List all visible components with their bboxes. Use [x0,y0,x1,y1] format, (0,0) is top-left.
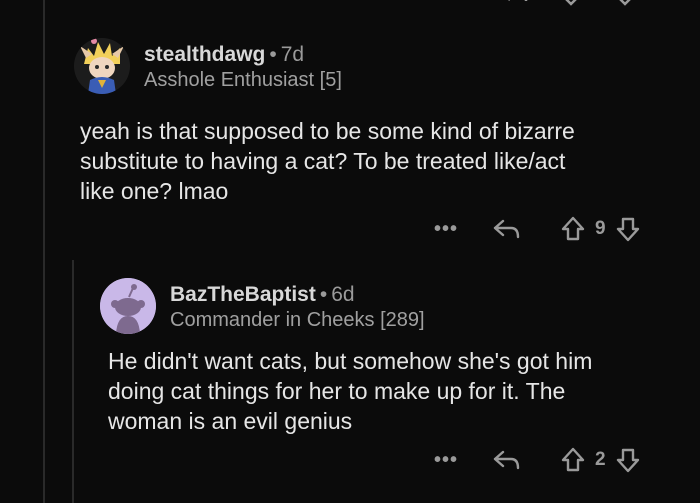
comment-thread: stealthdawg • 7d Asshole Enthusiast [5] ye… [0,0,700,503]
comment-body: He didn't want cats, but somehow she's g… [108,348,593,434]
downvote-arrow-icon[interactable] [615,216,641,242]
user-flair: Asshole Enthusiast [5] [144,69,342,91]
reply-arrow-icon [493,450,520,470]
avatar[interactable] [74,38,130,94]
name-row: stealthdawg • 7d [144,43,342,67]
upvote-arrow-icon[interactable] [560,216,586,242]
user-flair: Commander in Cheeks [289] [170,309,425,331]
comment-header: BazTheBaptist • 6d Commander in Cheeks [28… [100,278,425,334]
comment-age: 7d [280,43,305,66]
separator-dot: • [269,43,277,66]
vote-control: 9 [560,216,641,242]
comment-actions: ••• 9 [434,216,641,242]
vote-score: 2 [595,449,606,470]
comment-header: stealthdawg • 7d Asshole Enthusiast [5] [74,38,342,94]
upvote-arrow-icon[interactable] [560,447,586,473]
comment-stealthdawg: stealthdawg • 7d Asshole Enthusiast [5] ye… [0,0,700,260]
reply-button[interactable] [492,448,522,472]
username[interactable]: stealthdawg [144,43,265,66]
comment-body: yeah is that supposed to be some kind of… [80,118,575,204]
vote-control: 2 [560,447,641,473]
avatar-image [74,38,130,94]
default-snoo-avatar-icon [100,278,156,334]
reply-button[interactable] [492,217,522,241]
separator-dot: • [319,283,328,306]
more-dots-icon[interactable]: ••• [434,449,458,472]
comment-meta: stealthdawg • 7d Asshole Enthusiast [5] [144,43,342,93]
avatar[interactable] [100,278,156,334]
comment-meta: BazTheBaptist • 6d Commander in Cheeks [28… [170,283,425,333]
comment-baztheBaptist: BazTheBaptist • 6d Commander in Cheeks [28… [0,260,700,503]
vote-score: 9 [595,218,606,239]
comment-age: 6d [331,283,355,306]
more-dots-icon[interactable]: ••• [434,218,458,241]
name-row: BazTheBaptist • 6d [170,283,425,307]
comment-actions: ••• 2 [434,447,641,473]
downvote-arrow-icon[interactable] [615,447,641,473]
username[interactable]: BazTheBaptist [170,283,316,306]
reply-arrow-icon [493,219,520,239]
